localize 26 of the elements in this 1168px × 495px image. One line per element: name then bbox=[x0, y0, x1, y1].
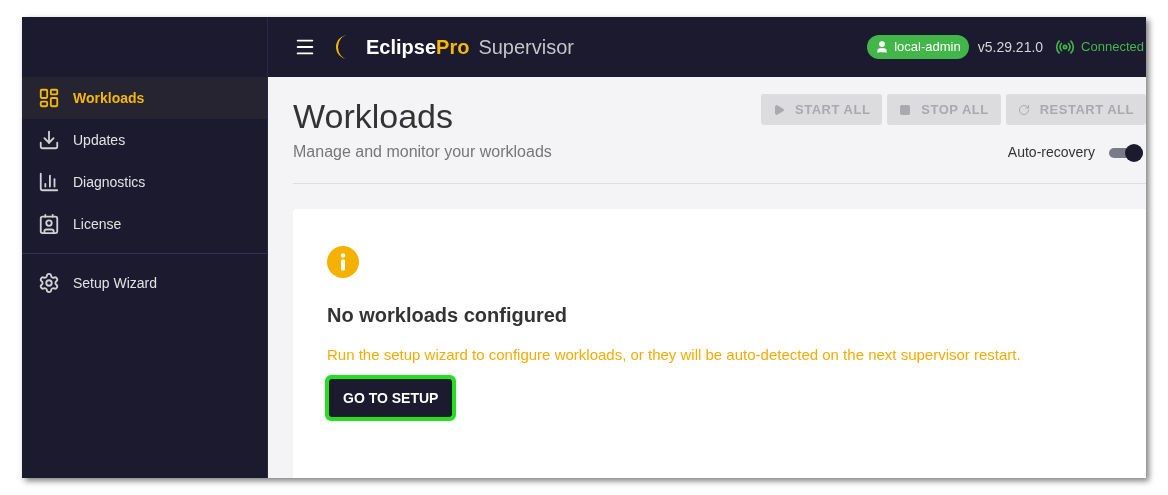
sidebar-item[interactable]: Setup Wizard bbox=[22, 262, 267, 304]
dashboard-icon bbox=[38, 87, 60, 109]
download-icon bbox=[38, 129, 60, 151]
page-title: Workloads bbox=[293, 96, 454, 136]
user-icon bbox=[875, 40, 890, 54]
signal-icon bbox=[1055, 37, 1076, 57]
gear-icon bbox=[38, 272, 60, 294]
info-icon bbox=[327, 246, 359, 278]
restart-icon bbox=[1017, 103, 1030, 116]
empty-state-title: No workloads configured bbox=[327, 303, 569, 328]
sidebar-item[interactable]: Diagnostics bbox=[22, 161, 267, 203]
sidebar-item[interactable]: License bbox=[22, 203, 267, 245]
play-icon bbox=[773, 103, 786, 116]
stop-icon bbox=[899, 103, 912, 116]
page-subtitle: Manage and monitor your workloads bbox=[293, 142, 552, 162]
version-label: v5.29.21.0 bbox=[977, 37, 1044, 57]
sidebar-item[interactable]: Workloads bbox=[22, 77, 267, 119]
empty-state-message: Run the setup wizard to configure workloads, or they will be auto-detected on the next supervisor restart. bbox=[327, 345, 1022, 365]
bar-chart-icon bbox=[38, 171, 60, 193]
app-subtitle: Supervisor bbox=[478, 35, 574, 60]
sidebar-item[interactable]: Updates bbox=[22, 119, 267, 161]
auto-recovery-label: Auto-recovery bbox=[1007, 143, 1095, 162]
connection-status: Connected bbox=[1081, 38, 1144, 57]
id-badge-icon bbox=[38, 213, 60, 235]
auto-recovery-toggle[interactable] bbox=[1109, 143, 1143, 162]
app-logo-text: EclipsePro bbox=[366, 35, 470, 60]
